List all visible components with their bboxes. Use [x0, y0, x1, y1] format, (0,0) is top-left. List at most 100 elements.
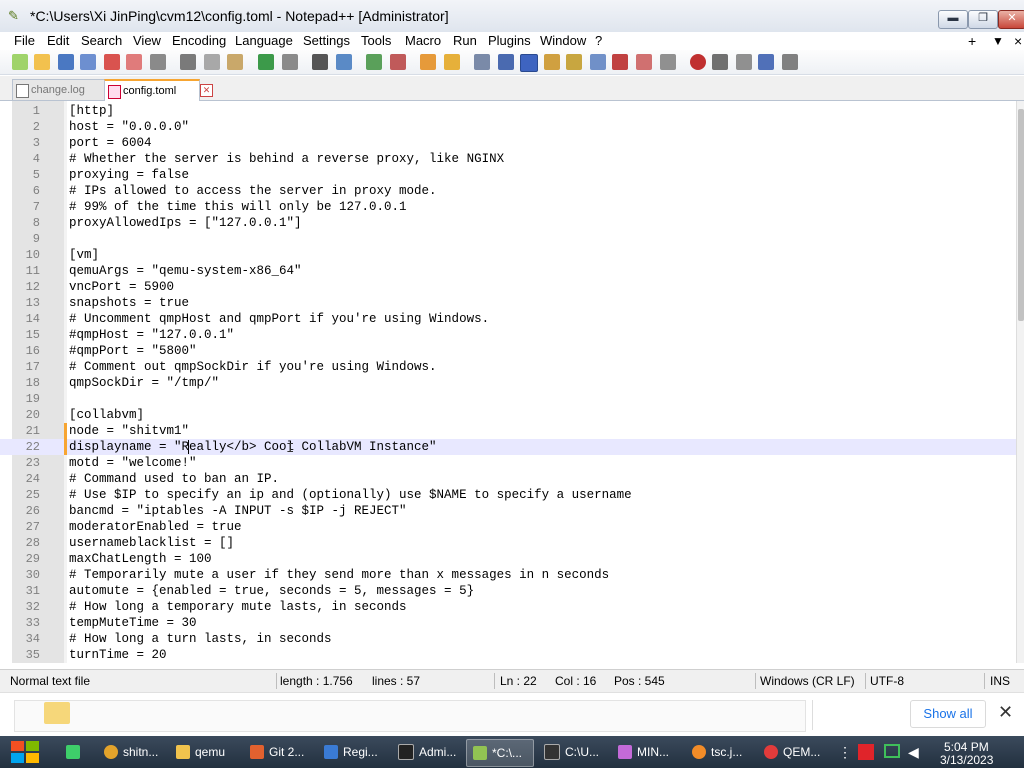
tab-change-log[interactable]: change.log: [12, 79, 110, 100]
sync-vertical-icon[interactable]: [420, 54, 436, 70]
eye-icon[interactable]: [660, 54, 676, 70]
code-line[interactable]: 28 usernameblacklist = []: [0, 535, 1016, 551]
taskbar-item-git[interactable]: Git 2...: [244, 739, 312, 765]
close-file-icon[interactable]: [104, 54, 120, 70]
code-line[interactable]: 35 turnTime = 20: [0, 647, 1016, 663]
maximize-button[interactable]: ❐: [968, 10, 998, 29]
show-all-chars-icon[interactable]: [498, 54, 514, 70]
code-line[interactable]: 26 bancmd = "iptables -A INPUT -s $IP -j …: [0, 503, 1016, 519]
code-line[interactable]: 19: [0, 391, 1016, 407]
code-line[interactable]: 21 node = "shitvm1": [0, 423, 1016, 439]
find-icon[interactable]: [312, 54, 328, 70]
code-line[interactable]: 11 qemuArgs = "qemu-system-x86_64": [0, 263, 1016, 279]
download-item[interactable]: [14, 700, 806, 732]
cut-icon[interactable]: [180, 54, 196, 70]
minimize-button[interactable]: ▬: [938, 10, 968, 29]
menu-edit[interactable]: Edit: [47, 32, 69, 50]
code-line[interactable]: 2 host = "0.0.0.0": [0, 119, 1016, 135]
menu-macro[interactable]: Macro: [405, 32, 441, 50]
code-line[interactable]: 22 displayname = "Really</b> Cool CollabV…: [0, 439, 1016, 455]
code-line[interactable]: 3 port = 6004: [0, 135, 1016, 151]
tab-list-chevron-down-icon[interactable]: ▼: [992, 32, 1004, 50]
menu-encoding[interactable]: Encoding: [172, 32, 226, 50]
code-line[interactable]: 8 proxyAllowedIps = ["127.0.0.1"]: [0, 215, 1016, 231]
taskbar-item-mingw[interactable]: MIN...: [612, 739, 680, 765]
code-line[interactable]: 17 # Comment out qmpSockDir if you're usi…: [0, 359, 1016, 375]
code-line[interactable]: 25 # Use $IP to specify an ip and (option…: [0, 487, 1016, 503]
windows-start-icon[interactable]: [8, 738, 42, 766]
code-line[interactable]: 5 proxying = false: [0, 167, 1016, 183]
code-line[interactable]: 32 # How long a temporary mute lasts, in …: [0, 599, 1016, 615]
zoom-out-icon[interactable]: [390, 54, 406, 70]
monitoring-icon[interactable]: [636, 54, 652, 70]
clock-date[interactable]: 3/13/2023: [940, 753, 993, 767]
document-map-icon[interactable]: [566, 54, 582, 70]
function-list-icon[interactable]: [590, 54, 606, 70]
new-tab-plus-button[interactable]: +: [968, 32, 976, 50]
code-line[interactable]: 31 automute = {enabled = true, seconds = …: [0, 583, 1016, 599]
vertical-scrollbar[interactable]: [1016, 101, 1024, 663]
code-line[interactable]: 34 # How long a turn lasts, in seconds: [0, 631, 1016, 647]
new-file-icon[interactable]: [12, 54, 28, 70]
status-insert-mode[interactable]: INS: [990, 670, 1010, 692]
scrollbar-thumb[interactable]: [1018, 109, 1024, 321]
indent-guide-icon[interactable]: [520, 54, 538, 72]
menu-tools[interactable]: Tools: [361, 32, 391, 50]
code-line[interactable]: 33 tempMuteTime = 30: [0, 615, 1016, 631]
status-encoding[interactable]: UTF-8: [870, 670, 904, 692]
network-icon[interactable]: [884, 744, 900, 758]
run-macro-multiple-icon[interactable]: [758, 54, 774, 70]
editor-area[interactable]: 1 [http] 2 host = "0.0.0.0" 3 port = 6004 4 # W…: [0, 101, 1016, 663]
menu-run[interactable]: Run: [453, 32, 477, 50]
code-line[interactable]: 14 # Uncomment qmpHost and qmpPort if you…: [0, 311, 1016, 327]
code-line[interactable]: 23 motd = "welcome!": [0, 455, 1016, 471]
undo-icon[interactable]: [258, 54, 274, 70]
code-line[interactable]: 6 # IPs allowed to access the server in p…: [0, 183, 1016, 199]
play-macro-icon[interactable]: [736, 54, 752, 70]
record-macro-icon[interactable]: [690, 54, 706, 70]
code-line[interactable]: 16 #qmpPort = "5800": [0, 343, 1016, 359]
code-line[interactable]: 24 # Command used to ban an IP.: [0, 471, 1016, 487]
show-all-button[interactable]: Show all: [910, 700, 986, 728]
open-file-icon[interactable]: [34, 54, 50, 70]
taskbar-item-chrome[interactable]: shitn...: [98, 739, 164, 765]
code-line[interactable]: 27 moderatorEnabled = true: [0, 519, 1016, 535]
redo-icon[interactable]: [282, 54, 298, 70]
volume-icon[interactable]: ◀: [908, 744, 924, 760]
menu-settings[interactable]: Settings: [303, 32, 350, 50]
clock-time[interactable]: 5:04 PM: [944, 740, 989, 754]
close-all-icon[interactable]: [126, 54, 142, 70]
menu-help[interactable]: ?: [595, 32, 602, 50]
status-eol[interactable]: Windows (CR LF): [760, 670, 855, 692]
sync-horizontal-icon[interactable]: [444, 54, 460, 70]
define-language-icon[interactable]: [544, 54, 560, 70]
save-macro-icon[interactable]: [782, 54, 798, 70]
code-line[interactable]: 20 [collabvm]: [0, 407, 1016, 423]
code-line[interactable]: 29 maxChatLength = 100: [0, 551, 1016, 567]
code-line[interactable]: 10 [vm]: [0, 247, 1016, 263]
paste-icon[interactable]: [227, 54, 243, 70]
copy-icon[interactable]: [204, 54, 220, 70]
tray-overflow-icon[interactable]: ⋮: [838, 742, 852, 762]
code-line[interactable]: 18 qmpSockDir = "/tmp/": [0, 375, 1016, 391]
taskbar-item-qemu-folder[interactable]: qemu: [170, 739, 236, 765]
close-document-x-button[interactable]: ×: [1014, 32, 1022, 50]
stop-macro-icon[interactable]: [712, 54, 728, 70]
code-line[interactable]: 15 #qmpHost = "127.0.0.1": [0, 327, 1016, 343]
taskbar-item-chat[interactable]: [60, 739, 94, 765]
taskbar-item-admin-cmd[interactable]: Admi...: [392, 739, 460, 765]
flag-icon[interactable]: [858, 744, 874, 760]
menu-language[interactable]: Language: [235, 32, 293, 50]
code-line[interactable]: 13 snapshots = true: [0, 295, 1016, 311]
taskbar-item-qemu[interactable]: QEM...: [758, 739, 826, 765]
folder-as-workspace-icon[interactable]: [612, 54, 628, 70]
menu-file[interactable]: File: [14, 32, 35, 50]
tab-close-icon[interactable]: ✕: [200, 84, 213, 97]
replace-icon[interactable]: [336, 54, 352, 70]
code-line[interactable]: 12 vncPort = 5900: [0, 279, 1016, 295]
menu-search[interactable]: Search: [81, 32, 122, 50]
save-all-icon[interactable]: [80, 54, 96, 70]
menu-window[interactable]: Window: [540, 32, 586, 50]
code-line[interactable]: 30 # Temporarily mute a user if they send…: [0, 567, 1016, 583]
tab-config-toml[interactable]: config.toml ✕: [104, 79, 213, 101]
